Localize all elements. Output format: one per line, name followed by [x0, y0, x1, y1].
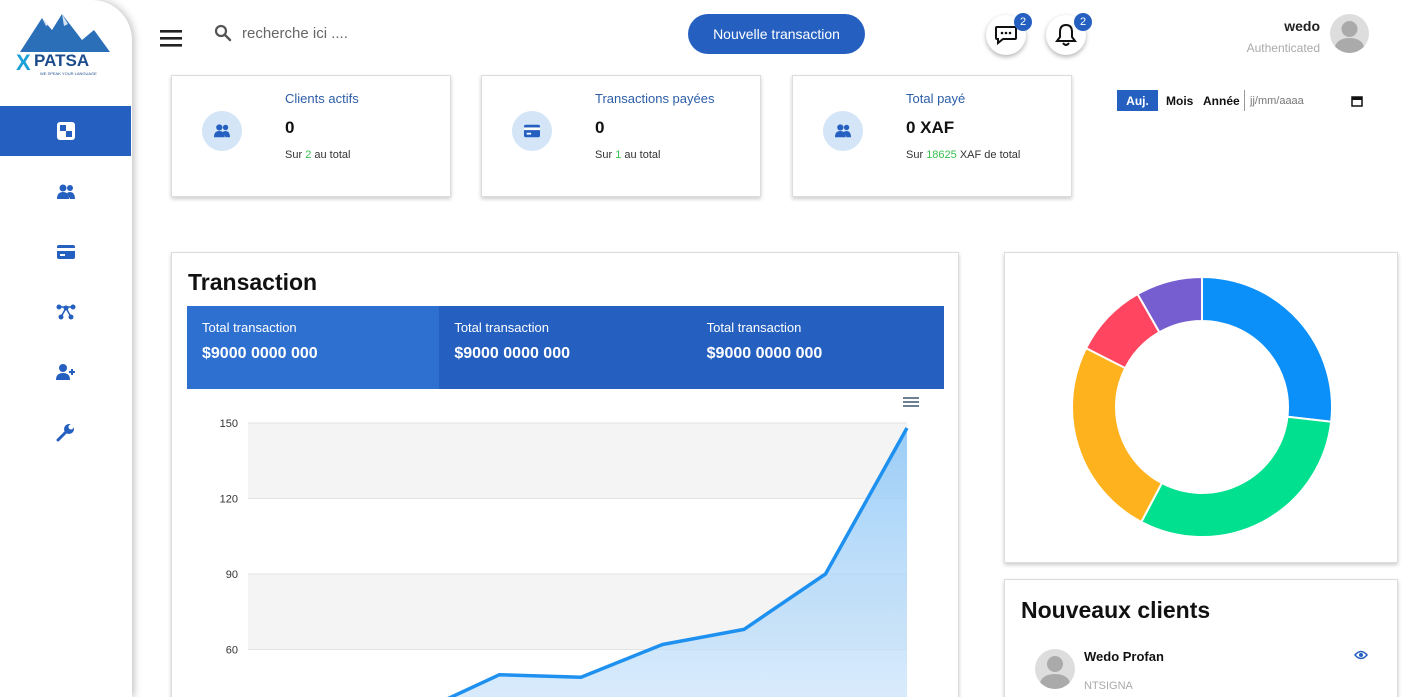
user-plus-icon	[55, 364, 75, 380]
total-label: Total transaction	[706, 320, 802, 335]
donut-slice[interactable]	[1139, 415, 1333, 538]
messages-badge: 2	[1014, 13, 1032, 31]
transaction-area-chart: 150 120 90 60	[220, 397, 919, 697]
network-icon	[56, 304, 75, 320]
stat-subtitle: Sur 1 au total	[595, 149, 661, 161]
new-clients-panel: Nouveaux clients Wedo Profan NTSIGNA	[1004, 579, 1398, 697]
notifications-badge: 2	[1074, 13, 1092, 31]
credit-card-icon	[524, 124, 540, 138]
stat-icon-circle	[202, 111, 242, 151]
calendar-icon[interactable]	[1351, 95, 1363, 107]
svg-text:X: X	[16, 50, 31, 75]
stat-value: 0 XAF	[906, 118, 955, 137]
stat-subtitle: Sur 2 au total	[285, 149, 351, 161]
total-cell: Total transaction $9000 0000 000	[439, 306, 692, 389]
total-label: Total transaction	[202, 320, 297, 335]
search-bar[interactable]: recherche ici ....	[214, 24, 348, 42]
stat-title: Total payé	[906, 91, 966, 106]
xpatsa-logo[interactable]: X PATSA WE SPEAK YOUR LANGUAGE	[16, 12, 112, 78]
stat-card-active-clients: Clients actifs 0 Sur 2 au total	[171, 75, 451, 197]
search-input[interactable]: recherche ici ....	[242, 25, 348, 42]
svg-text:PATSA: PATSA	[34, 51, 89, 70]
sidebar-item-settings[interactable]	[0, 407, 131, 457]
y-tick-label: 60	[226, 645, 238, 657]
y-tick-label: 90	[226, 569, 238, 581]
bell-icon	[1055, 23, 1077, 46]
notifications-button[interactable]: 2	[1046, 13, 1092, 55]
total-label: Total transaction	[454, 320, 549, 335]
stat-card-total-paid: Total payé 0 XAF Sur 18625 XAF de total	[792, 75, 1072, 197]
users-icon	[56, 184, 75, 199]
wrench-icon	[56, 424, 74, 442]
users-icon	[835, 124, 851, 138]
total-cell: Total transaction $9000 0000 000	[187, 306, 440, 389]
donut-slice[interactable]	[1201, 275, 1333, 423]
total-value: $9000 0000 000	[454, 345, 570, 362]
stat-value: 0	[285, 118, 295, 137]
new-clients-title: Nouveaux clients	[1021, 597, 1211, 623]
total-cell: Total transaction $9000 0000 000	[691, 306, 944, 389]
transaction-title: Transaction	[188, 269, 318, 295]
stat-title: Transactions payées	[595, 91, 715, 106]
stat-subtitle: Sur 18625 XAF de total	[906, 149, 1021, 161]
view-eye-icon[interactable]	[1354, 650, 1368, 660]
stat-card-paid-transactions: Transactions payées 0 Sur 1 au total	[481, 75, 761, 197]
sidebar-item-transactions[interactable]	[0, 227, 131, 277]
total-value: $9000 0000 000	[202, 345, 318, 362]
credit-card-icon	[56, 245, 75, 259]
donut-panel	[1004, 252, 1398, 563]
donut-chart	[1071, 275, 1333, 538]
sidebar: X PATSA WE SPEAK YOUR LANGUAGE	[0, 0, 132, 697]
user-status: Authenticated	[1246, 41, 1320, 55]
donut-slice[interactable]	[1071, 346, 1164, 524]
stat-title: Clients actifs	[285, 91, 359, 106]
period-today-button[interactable]: Auj.	[1117, 90, 1158, 111]
transaction-panel: Transaction Total transaction $9000 0000…	[171, 252, 959, 697]
sidebar-item-dashboard[interactable]	[0, 106, 131, 156]
y-tick-label: 120	[220, 494, 238, 506]
new-transaction-button[interactable]: Nouvelle transaction	[688, 14, 865, 54]
search-icon	[214, 24, 232, 42]
total-value: $9000 0000 000	[706, 345, 823, 362]
period-year-button[interactable]: Année	[1203, 90, 1245, 111]
stat-value: 0	[595, 118, 605, 137]
period-month-button[interactable]: Mois	[1166, 90, 1193, 111]
date-placeholder: jj/mm/aaaa	[1250, 95, 1304, 107]
stat-icon-circle	[823, 111, 863, 151]
transaction-totals: Total transaction $9000 0000 000 Total t…	[187, 306, 944, 389]
messages-button[interactable]: 2	[986, 13, 1032, 55]
stat-icon-circle	[512, 111, 552, 151]
y-tick-label: 150	[220, 418, 238, 430]
user-avatar[interactable]	[1330, 14, 1369, 53]
client-org: NTSIGNA	[1084, 680, 1133, 692]
chart-menu-icon[interactable]	[903, 397, 919, 407]
svg-text:WE SPEAK YOUR LANGUAGE: WE SPEAK YOUR LANGUAGE	[40, 71, 97, 76]
users-icon	[214, 124, 230, 138]
client-avatar	[1035, 649, 1075, 689]
chat-icon	[995, 26, 1017, 46]
sidebar-item-add-user[interactable]	[0, 347, 131, 397]
user-name: wedo	[1284, 18, 1320, 34]
date-input[interactable]: jj/mm/aaaa	[1250, 92, 1363, 110]
client-name: Wedo Profan	[1084, 649, 1164, 664]
grid-band	[248, 423, 907, 499]
menu-icon[interactable]	[160, 28, 182, 48]
dashboard-icon	[56, 122, 75, 140]
sidebar-item-network[interactable]	[0, 287, 131, 337]
sidebar-item-clients[interactable]	[0, 167, 131, 217]
